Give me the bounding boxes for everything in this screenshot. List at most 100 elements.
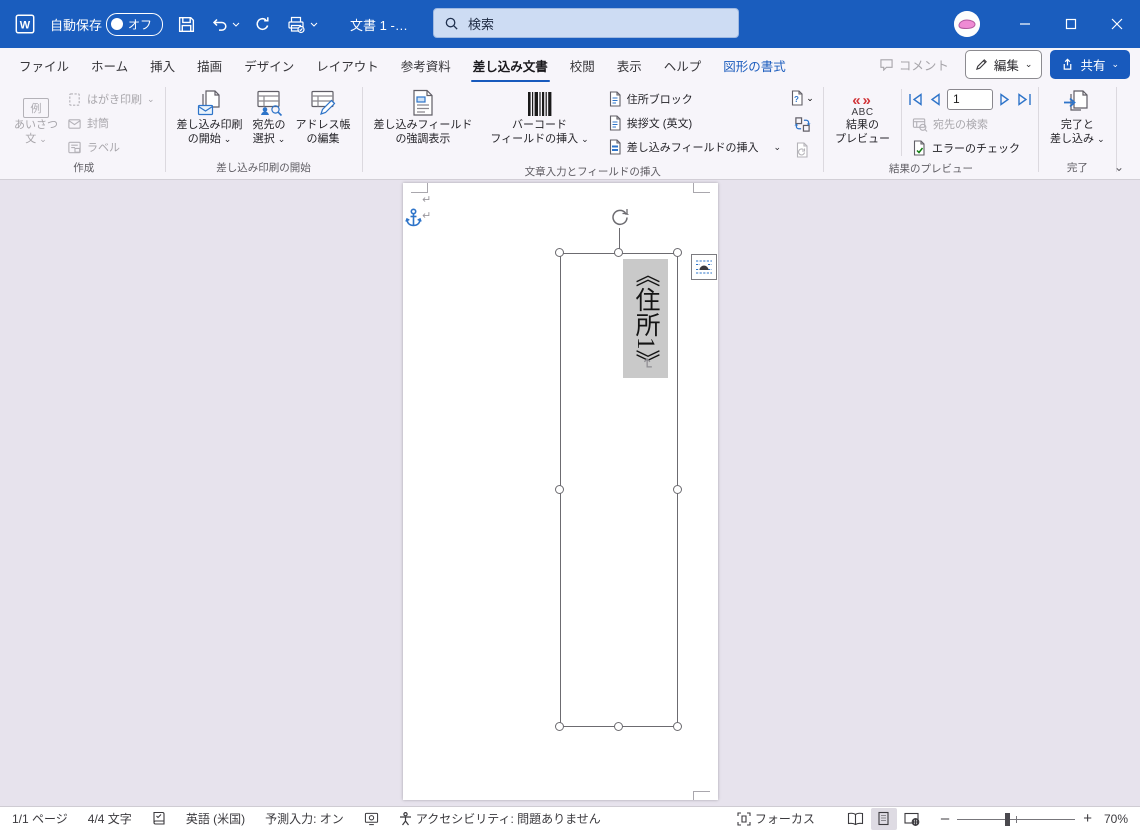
resize-handle-top-right[interactable] — [673, 248, 682, 257]
insert-merge-field-button[interactable]: 差し込みフィールドの挿入 ⌄ — [604, 135, 785, 159]
tab-draw[interactable]: 描画 — [186, 48, 233, 82]
zoom-out-button[interactable]: – — [941, 810, 949, 827]
edit-recipient-list-button[interactable]: アドレス帳 の編集 — [291, 85, 356, 147]
hagaki-print-button[interactable]: はがき印刷 ⌄ — [63, 87, 159, 111]
insert-barcode-field-button[interactable]: バーコード フィールドの挿入 ⌄ — [485, 85, 593, 147]
status-bar: 1/1 ページ 4/4 文字 英語 (米国) 予測入力: オン アクセシビリティ… — [0, 806, 1140, 830]
greeting-line-button[interactable]: 挨拶文 (英文) — [604, 111, 785, 135]
rotate-handle[interactable] — [608, 206, 631, 229]
read-mode-button[interactable] — [843, 808, 869, 830]
svg-text:W: W — [20, 20, 31, 32]
envelope-icon — [67, 116, 82, 131]
resize-handle-bottom-right[interactable] — [673, 722, 682, 731]
address-block-doc-icon — [608, 91, 622, 107]
resize-handle-middle-right[interactable] — [673, 485, 682, 494]
highlight-merge-fields-button[interactable]: 差し込みフィールド の強調表示 — [369, 85, 478, 147]
finish-merge-icon — [1062, 88, 1092, 118]
select-recipients-button[interactable]: 宛先の 選択 ⌄ — [248, 85, 291, 147]
select-recipients-icon — [254, 88, 284, 118]
ribbon: 例 あいさつ 文 ⌄ はがき印刷 ⌄ 封筒 ラベル 作成 差し込み印刷 の開始 … — [0, 82, 1140, 180]
account-avatar[interactable] — [954, 11, 980, 37]
svg-text:?: ? — [794, 95, 799, 104]
resize-handle-middle-left[interactable] — [555, 485, 564, 494]
label-icon — [67, 140, 82, 155]
proofing-icon[interactable] — [152, 811, 166, 826]
labels-button[interactable]: ラベル — [63, 135, 159, 159]
zoom-slider[interactable] — [957, 809, 1076, 829]
insert-merge-field-icon — [608, 139, 622, 155]
crop-mark-top-left — [411, 192, 428, 193]
zoom-in-button[interactable]: + — [1083, 810, 1092, 827]
record-number-input[interactable] — [947, 88, 994, 110]
tab-layout[interactable]: レイアウト — [305, 48, 390, 82]
text-prediction-status[interactable]: 予測入力: オン — [265, 810, 344, 827]
autosave-toggle[interactable]: オフ — [106, 12, 164, 36]
next-record-button[interactable] — [999, 92, 1011, 106]
check-errors-icon — [912, 140, 927, 156]
focus-mode-button[interactable]: フォーカス — [737, 810, 815, 827]
tab-references[interactable]: 参考資料 — [390, 48, 462, 82]
group-preview-results: «» ABC 結果の プレビュー 1 宛先の検索 エラーのチェック 結果のプレビ… — [825, 82, 1037, 179]
tab-design[interactable]: デザイン — [233, 48, 305, 82]
language-status[interactable]: 英語 (米国) — [186, 810, 245, 827]
greeting-text-button[interactable]: 例 あいさつ 文 ⌄ — [9, 85, 63, 147]
tab-home[interactable]: ホーム — [80, 48, 139, 82]
paragraph-mark-icon: ↵ — [422, 194, 432, 206]
redo-button[interactable] — [254, 15, 272, 33]
comments-button[interactable]: コメント — [871, 51, 957, 78]
previous-record-button[interactable] — [929, 92, 941, 106]
start-mail-merge-button[interactable]: 差し込み印刷 の開始 ⌄ — [172, 85, 248, 147]
insert-merge-field-chevron-icon: ⌄ — [773, 141, 782, 152]
check-errors-button[interactable]: エラーのチェック — [908, 136, 1032, 160]
layout-options-button[interactable] — [691, 254, 717, 280]
finish-merge-button[interactable]: 完了と 差し込み ⌄ — [1045, 85, 1110, 147]
match-fields-button[interactable] — [789, 113, 815, 135]
update-labels-button[interactable] — [789, 139, 815, 161]
resize-handle-bottom-left[interactable] — [555, 722, 564, 731]
editing-mode-button[interactable]: 編集 ⌄ — [964, 50, 1043, 79]
search-input[interactable]: 検索 — [433, 8, 739, 38]
envelopes-button[interactable]: 封筒 — [63, 111, 159, 135]
find-recipient-button[interactable]: 宛先の検索 — [908, 112, 1032, 136]
web-layout-button[interactable] — [899, 808, 925, 830]
title-bar: W 自動保存 オフ 文書 1 -… 検索 — [0, 0, 1140, 48]
save-button[interactable] — [177, 15, 196, 34]
maximize-button[interactable] — [1048, 0, 1094, 48]
tab-insert[interactable]: 挿入 — [139, 48, 186, 82]
resize-handle-top-center[interactable] — [614, 248, 623, 257]
print-layout-button[interactable] — [870, 807, 897, 830]
undo-button[interactable] — [210, 15, 240, 33]
tab-review[interactable]: 校閲 — [559, 48, 606, 82]
last-record-button[interactable] — [1017, 92, 1032, 106]
rules-button[interactable]: ? ⌄ — [789, 87, 815, 109]
quick-print-button[interactable] — [286, 15, 318, 34]
tab-help[interactable]: ヘルプ — [653, 48, 713, 82]
close-button[interactable] — [1094, 0, 1140, 48]
zoom-slider-thumb[interactable] — [1005, 812, 1011, 826]
customize-toolbar-chevron-icon[interactable] — [310, 22, 318, 27]
resize-handle-bottom-center[interactable] — [614, 722, 623, 731]
search-placeholder: 検索 — [468, 16, 495, 32]
first-record-button[interactable] — [908, 92, 923, 106]
tab-shape-format[interactable]: 図形の書式 — [712, 48, 797, 82]
minimize-button[interactable] — [1002, 0, 1048, 48]
address-block-button[interactable]: 住所ブロック — [604, 87, 785, 111]
word-logo-icon: W — [14, 13, 36, 35]
document-page[interactable]: ↵ ↵ 《住所1》 ↵ — [403, 183, 718, 800]
char-count[interactable]: 4/4 文字 — [88, 810, 132, 827]
prediction-icon[interactable] — [364, 812, 379, 826]
resize-handle-top-left[interactable] — [555, 248, 564, 257]
share-chevron-icon: ⌄ — [1111, 59, 1119, 69]
page-count[interactable]: 1/1 ページ — [12, 810, 68, 827]
collapse-ribbon-button[interactable]: ⌄ — [1114, 160, 1124, 174]
tab-mailings[interactable]: 差し込み文書 — [462, 48, 559, 82]
preview-results-button[interactable]: «» ABC 結果の プレビュー — [830, 85, 895, 147]
tab-file[interactable]: ファイル — [8, 48, 80, 82]
group-write-insert-fields: 差し込みフィールド の強調表示 バーコード フィールドの挿入 ⌄ 住所ブロック — [364, 82, 823, 179]
accessibility-status[interactable]: アクセシビリティ: 問題ありません — [399, 810, 601, 827]
share-button[interactable]: 共有 ⌄ — [1050, 50, 1130, 79]
tab-view[interactable]: 表示 — [606, 48, 653, 82]
start-mail-merge-chevron-icon: ⌄ — [223, 134, 232, 144]
greeting-sample-icon: 例 — [23, 98, 49, 118]
zoom-percentage[interactable]: 70% — [1092, 812, 1128, 826]
